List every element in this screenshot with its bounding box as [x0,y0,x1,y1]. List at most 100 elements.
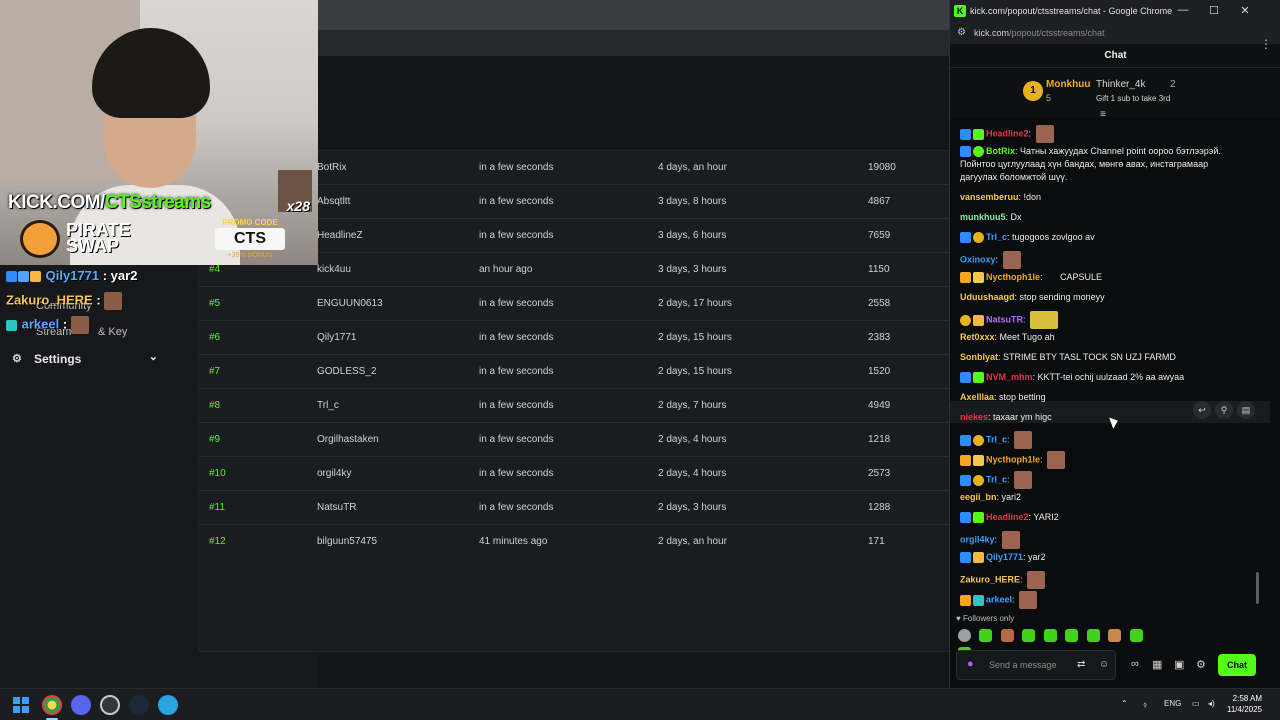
pin-icon[interactable]: ⚲ [1215,401,1233,419]
second-name[interactable]: Thinker_4k [1096,79,1145,90]
steam-icon[interactable] [129,695,149,715]
chrome-icon[interactable] [42,695,62,720]
chat-username[interactable]: Oxinoxy [960,254,996,264]
chat-message[interactable]: BotRix: Чатны хажуудах Channel point оор… [960,145,1260,158]
chat-username[interactable]: Axelllaa [960,392,994,402]
chat-username[interactable]: Nycthoph1le [986,454,1040,464]
mic-tray-icon[interactable]: ⍚ [1143,699,1148,709]
chat-message[interactable]: Oxinoxy: [960,251,1260,269]
started-cell: in a few seconds [479,196,554,207]
chat-username[interactable]: Qily1771 [986,552,1023,562]
points-icon[interactable]: ∞ [1131,658,1139,670]
chat-username[interactable]: Trl_c [986,434,1007,444]
maximize-button[interactable]: ☐ [1205,4,1223,17]
chat-username[interactable]: Headline2 [986,128,1029,138]
chat-message[interactable]: eegii_bn: yari2 [960,491,1260,504]
telegram-icon[interactable] [158,695,178,715]
gift-sub-prompt[interactable]: Gift 1 sub to take 3rd [1096,94,1170,103]
send-chat-button[interactable]: Chat [1218,654,1256,676]
emote-icon[interactable] [1022,629,1036,642]
filter-icon[interactable]: ≡ [1100,109,1106,120]
chat-username[interactable]: Ret0xxx [960,332,995,342]
windows-start-icon[interactable] [13,697,29,713]
sub-badge-icon [973,128,984,140]
chat-username[interactable]: niekes [960,412,988,422]
chat-message[interactable]: Headline2: YARI2 [960,511,1260,524]
second-count: 2 [1170,79,1176,90]
chat-username[interactable]: arkeel [986,594,1012,604]
emote-icon[interactable] [1108,629,1122,642]
chat-message[interactable]: Trl_c: [960,431,1260,449]
more-options-icon[interactable]: ⋮ [1260,37,1272,51]
chat-message[interactable]: arkeel: [960,591,1260,609]
delete-icon[interactable]: ▤ [1237,401,1255,419]
emote-icon[interactable] [958,629,971,642]
chat-message[interactable]: Qily1771: yar2 [960,551,1260,564]
emote-icon[interactable] [1065,629,1079,642]
cart-icon[interactable]: ▦ [1152,658,1162,671]
chat-scrollbar[interactable] [1256,572,1259,604]
chat-username[interactable]: Nycthoph1le [986,272,1040,282]
emote-icon[interactable] [1043,629,1057,642]
discord-icon[interactable] [71,695,91,715]
diamond-badge-icon [18,271,29,283]
network-icon[interactable]: ▭ [1192,699,1200,708]
close-button[interactable]: ✕ [1236,4,1254,17]
chat-username[interactable]: Trl_c [986,232,1007,242]
chat-message[interactable]: Uduushaagd: stop sending moneyy [960,291,1260,304]
table-row: #9 Orgilhastaken in a few seconds 2 days… [199,423,959,457]
minimize-button[interactable]: — [1174,4,1192,16]
chat-message[interactable]: vansemberuu: !don [960,191,1260,204]
chat-message[interactable]: Trl_c: [960,471,1260,489]
points-cell: 2558 [868,298,891,309]
chat-message[interactable]: munkhuu5: Dx [960,211,1260,224]
volume-icon[interactable]: ◂) [1208,699,1215,708]
chat-message[interactable]: Nycthoph1le: [960,451,1260,469]
chat-message[interactable]: orgil4ky: [960,531,1260,549]
site-info-icon[interactable]: ⚙ [957,27,966,38]
chat-message[interactable]: Ret0xxx: Meet Tugo ah [960,331,1260,344]
emote-icon[interactable] [1129,629,1143,642]
translate-icon[interactable]: ⇄ [1077,659,1085,670]
language-indicator[interactable]: ENG [1164,699,1181,708]
settings-icon[interactable]: ⚙ [1196,658,1206,671]
chat-message[interactable]: Zakuro_HERE: [960,571,1260,589]
chat-message[interactable]: Axelllaa: stop betting [960,391,1260,404]
microphone-icon[interactable]: ● [967,658,974,670]
sidebar-item-settings[interactable]: ⚙ Settings ⌄ [12,350,162,368]
chat-username[interactable]: Zakuro_HERE [960,574,1020,584]
reply-icon[interactable]: ↩ [1193,401,1211,419]
multiplier-label: x28 [286,198,310,214]
leader-name[interactable]: Monkhuu [1046,79,1090,90]
emote-icon[interactable] [1086,629,1100,642]
chat-message[interactable]: Trl_c: tugogoos zovlgoo av [960,231,1260,244]
chat-username[interactable]: Sonblyat [960,352,998,362]
chat-username[interactable]: Trl_c [986,474,1007,484]
emote-icon[interactable] [1000,629,1014,642]
chat-username[interactable]: NVM_mhm [986,372,1033,382]
chat-username[interactable]: vansemberuu [960,192,1019,202]
emote-icon[interactable] [979,629,993,642]
tray-overflow-icon[interactable]: ⌃ [1121,699,1128,708]
address-bar[interactable]: ⚙ kick.com/popout/ctsstreams/chat [950,22,1280,44]
chat-username[interactable]: BotRix [986,146,1015,156]
gift-icon[interactable]: ▣ [1174,658,1184,671]
emote-icon [104,292,123,310]
chat-username[interactable]: eegii_bn [960,492,997,502]
chat-username[interactable]: munkhuu5 [960,212,1006,222]
chat-message[interactable]: Sonblyat: STRIME BTY TASL TOCK SN UZJ FA… [960,351,1260,364]
chat-username[interactable]: Uduushaagd [960,292,1015,302]
chat-message[interactable]: Headline2: [960,125,1260,143]
obs-icon[interactable] [100,695,120,715]
taskbar-clock[interactable]: 2:58 AM 11/4/2025 [1226,693,1262,715]
chat-username[interactable]: NatsuTR [986,314,1023,324]
chat-username[interactable]: Headline2 [986,512,1029,522]
chat-message[interactable]: Nycthoph1le: CAPSULE [960,271,1260,284]
emoji-icon[interactable]: ☺ [1099,659,1109,670]
chat-input[interactable]: ● Send a message ⇄ ☺ [956,650,1116,680]
name-cell: orgil4ky [317,468,352,479]
chat-text: STRIME BTY TASL TOCK SN UZJ FARMD [1003,352,1176,362]
chat-username[interactable]: orgil4ky [960,534,995,544]
chat-message[interactable]: NVM_mhm: KKTT-tei ochij uulzaad 2% aa aw… [960,371,1260,384]
chat-message[interactable]: NatsuTR: [960,311,1260,329]
